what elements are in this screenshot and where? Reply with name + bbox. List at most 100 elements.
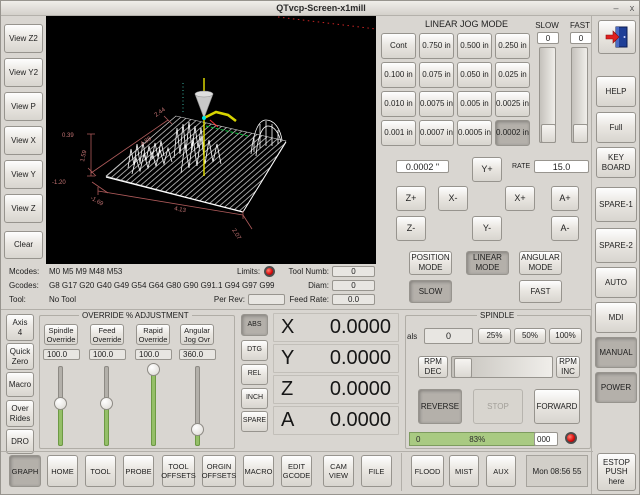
- view-y2-button[interactable]: View Y2: [4, 58, 43, 87]
- jog-inc-00007[interactable]: 0.0007 in: [419, 120, 454, 146]
- linear-mode-button[interactable]: LINEAR MODE: [466, 251, 509, 275]
- help-button[interactable]: HELP: [596, 76, 636, 107]
- slow-slider-handle[interactable]: [541, 124, 556, 143]
- tab-file[interactable]: FILE: [361, 455, 392, 487]
- spindle-50-button[interactable]: 50%: [514, 328, 546, 344]
- estop-button[interactable]: ESTOP PUSH here: [597, 453, 636, 491]
- spindle-title: SPINDLE: [477, 311, 517, 320]
- spindle-rpm-slider[interactable]: [451, 356, 553, 378]
- minimize-button[interactable]: –: [609, 1, 623, 15]
- jog-a-plus-button[interactable]: A+: [551, 186, 579, 211]
- close-button[interactable]: x: [625, 1, 639, 15]
- jog-x-plus-button[interactable]: X+: [505, 186, 535, 211]
- rapid-override-button[interactable]: Rapid Override: [136, 324, 170, 345]
- view-p-button[interactable]: View P: [4, 92, 43, 121]
- tab-tool[interactable]: TOOL: [85, 455, 116, 487]
- jog-inc-0050[interactable]: 0.050 in: [457, 62, 492, 88]
- tool-cone-top: [195, 91, 213, 97]
- spindle-rpm-spinbox[interactable]: 000: [534, 432, 558, 446]
- jog-inc-0250[interactable]: 0.250 in: [495, 33, 530, 59]
- view-x-button[interactable]: View X: [4, 126, 43, 155]
- jog-y-minus-button[interactable]: Y-: [472, 216, 502, 241]
- fast-value: 0: [570, 32, 592, 44]
- jog-y-plus-button[interactable]: Y+: [472, 157, 502, 182]
- view-z2-button[interactable]: View Z2: [4, 24, 43, 53]
- tab-orgin-offsets[interactable]: ORGIN OFFSETS: [202, 455, 236, 487]
- spindle-forward-button[interactable]: FORWARD: [534, 389, 580, 424]
- power-button[interactable]: POWER: [595, 372, 637, 403]
- fast-slider-handle[interactable]: [573, 124, 588, 143]
- manual-button[interactable]: MANUAL: [595, 337, 637, 368]
- spindle-100-button[interactable]: 100%: [549, 328, 582, 344]
- aux-button[interactable]: AUX: [486, 455, 516, 487]
- tab-graph[interactable]: GRAPH: [9, 455, 41, 487]
- tab-axis4-button[interactable]: Axis 4: [6, 314, 34, 341]
- jog-inc-0001[interactable]: 0.001 in: [381, 120, 416, 146]
- jog-z-plus-button[interactable]: Z+: [396, 186, 426, 211]
- tab-overrides-button[interactable]: Over Rides: [6, 400, 34, 427]
- per-rev-input[interactable]: [248, 294, 285, 305]
- jog-inc-cont[interactable]: Cont: [381, 33, 416, 59]
- abs-button[interactable]: ABS: [241, 314, 268, 336]
- tab-cam-view[interactable]: CAM VIEW: [323, 455, 354, 487]
- jog-inc-00002[interactable]: 0.0002 in: [495, 120, 530, 146]
- jog-inc-0750[interactable]: 0.750 in: [419, 33, 454, 59]
- rapid-override-knob[interactable]: [147, 363, 160, 376]
- jog-inc-0075[interactable]: 0.075 in: [419, 62, 454, 88]
- jog-inc-00075[interactable]: 0.0075 in: [419, 91, 454, 117]
- spindle-override-button[interactable]: Spindle Override: [44, 324, 78, 345]
- jog-a-minus-button[interactable]: A-: [551, 216, 579, 241]
- dro-row-x: X 0.0000: [273, 313, 399, 342]
- jog-z-minus-button[interactable]: Z-: [396, 216, 426, 241]
- keyboard-button[interactable]: KEY BOARD: [596, 147, 636, 178]
- tab-probe[interactable]: PROBE: [123, 455, 154, 487]
- auto-button[interactable]: AUTO: [595, 267, 637, 298]
- mdi-button[interactable]: MDI: [595, 302, 637, 333]
- fast-slider[interactable]: [571, 47, 588, 143]
- spare-button[interactable]: SPARE: [241, 411, 268, 432]
- full-button[interactable]: Full: [596, 112, 636, 143]
- rel-button[interactable]: REL: [241, 364, 268, 385]
- spare2-button[interactable]: SPARE-2: [595, 228, 637, 263]
- gcode-3d-view[interactable]: 0.39 1.59 -1.20 4.88 2.44 -1.69 4.13 2.0…: [46, 16, 376, 264]
- dtg-button[interactable]: DTG: [241, 340, 268, 361]
- tab-quick-zero-button[interactable]: Quick Zero: [6, 343, 34, 370]
- spindle-reverse-button[interactable]: REVERSE: [418, 389, 462, 424]
- jog-inc-00005[interactable]: 0.0005 in: [457, 120, 492, 146]
- angular-jog-ovr-button[interactable]: Angular Jog Ovr: [180, 324, 214, 345]
- jog-inc-0500[interactable]: 0.500 in: [457, 33, 492, 59]
- jog-inc-0005[interactable]: 0.005 in: [457, 91, 492, 117]
- feed-override-button[interactable]: Feed Override: [90, 324, 124, 345]
- slow-slider[interactable]: [539, 47, 556, 143]
- jog-inc-00025[interactable]: 0.0025 in: [495, 91, 530, 117]
- jog-x-minus-button[interactable]: X-: [438, 186, 468, 211]
- inch-button[interactable]: INCH: [241, 388, 268, 409]
- angular-jog-ovr-knob[interactable]: [191, 423, 204, 436]
- view-z-button[interactable]: View Z: [4, 194, 43, 223]
- spindle-override-knob[interactable]: [54, 397, 67, 410]
- position-mode-button[interactable]: POSITION MODE: [409, 251, 452, 275]
- angular-mode-button[interactable]: ANGULAR MODE: [519, 251, 562, 275]
- spindle-rpm-slider-handle[interactable]: [454, 358, 472, 378]
- spindle-stop-button[interactable]: STOP: [473, 389, 523, 424]
- jog-inc-0100[interactable]: 0.100 in: [381, 62, 416, 88]
- rpm-inc-button[interactable]: RPM INC: [556, 356, 580, 378]
- fast-mode-button[interactable]: FAST: [519, 280, 562, 303]
- tab-edit-gcode[interactable]: EDIT GCODE: [281, 455, 312, 487]
- tab-tool-offsets[interactable]: TOOL OFFSETS: [162, 455, 195, 487]
- slow-mode-button[interactable]: SLOW: [409, 280, 452, 303]
- flood-button[interactable]: FLOOD: [411, 455, 444, 487]
- exit-button[interactable]: [598, 20, 636, 54]
- tab-macro-button[interactable]: Macro: [6, 372, 34, 397]
- spare1-button[interactable]: SPARE-1: [595, 187, 637, 222]
- view-y-button[interactable]: View Y: [4, 160, 43, 189]
- spindle-25-button[interactable]: 25%: [478, 328, 511, 344]
- tab-home[interactable]: HOME: [47, 455, 78, 487]
- jog-inc-0025[interactable]: 0.025 in: [495, 62, 530, 88]
- feed-override-knob[interactable]: [100, 397, 113, 410]
- mist-button[interactable]: MIST: [449, 455, 479, 487]
- rpm-dec-button[interactable]: RPM DEC: [418, 356, 448, 378]
- clear-button[interactable]: Clear: [4, 231, 43, 259]
- jog-inc-0010[interactable]: 0.010 in: [381, 91, 416, 117]
- tab-macro[interactable]: MACRO: [243, 455, 274, 487]
